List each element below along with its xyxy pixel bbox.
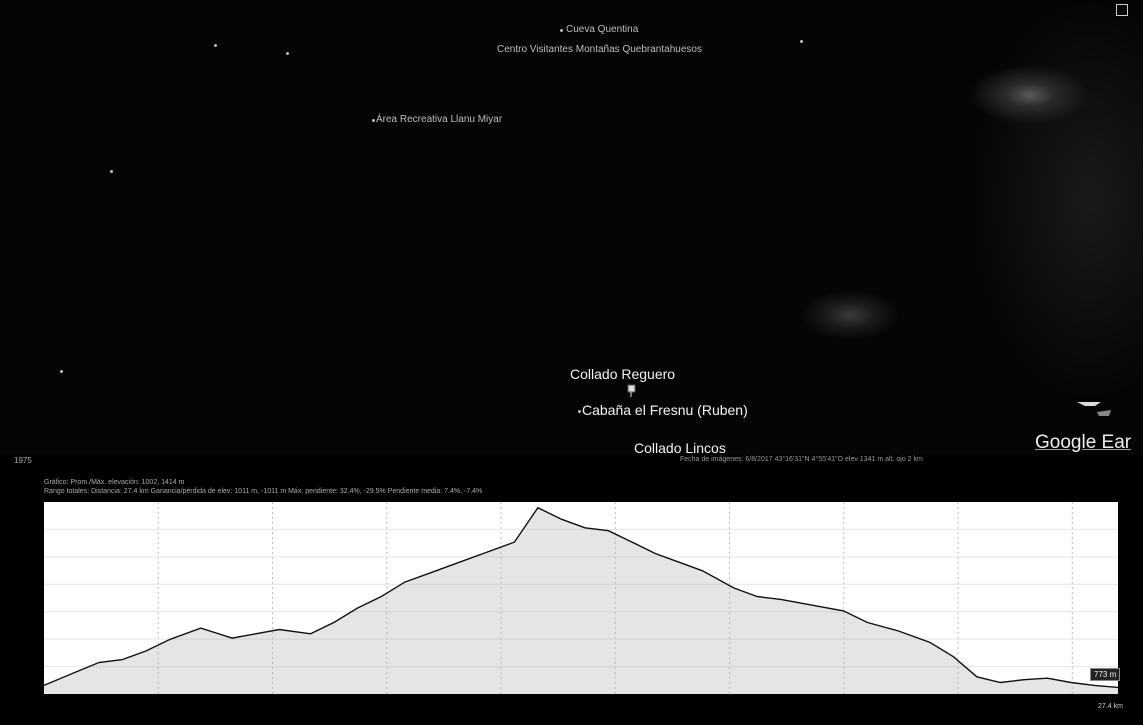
elevation-profile-chart[interactable] (44, 502, 1118, 694)
terrain-dot (286, 52, 289, 55)
profile-stats-line-1: Gráfico: Prom./Máx. elevación: 1002, 141… (44, 479, 185, 486)
compass-icon[interactable] (1075, 398, 1115, 422)
map-view[interactable]: Cueva Quentina Centro Visitantes Montaña… (0, 0, 1143, 456)
place-label-area-recreativa[interactable]: Área Recreativa Llanu Miyar (376, 114, 502, 125)
place-dot (578, 410, 581, 413)
google-earth-logo: Google Ear (1035, 432, 1132, 453)
status-left-text: 1975 (14, 456, 32, 465)
place-dot (372, 119, 375, 122)
window-corner-icon[interactable] (1116, 4, 1128, 16)
status-bar (0, 455, 1143, 467)
place-dot (560, 29, 563, 32)
terrain-dot (800, 40, 803, 43)
terrain-dot (110, 170, 113, 173)
terrain-dot (60, 370, 63, 373)
place-label-cueva[interactable]: Cueva Quentina (566, 24, 638, 35)
profile-end-distance-label: 27.4 km (1098, 703, 1123, 710)
pin-icon[interactable] (626, 384, 638, 398)
status-coordinates-text: Fecha de imágenes: 6/8/2017 43°16'31"N 4… (680, 456, 923, 463)
terrain-dot (214, 44, 217, 47)
place-label-cabana[interactable]: Cabaña el Fresnu (Ruben) (582, 402, 748, 418)
place-label-centro-visitantes[interactable]: Centro Visitantes Montañas Quebrantahues… (497, 44, 702, 55)
profile-end-elevation-label: 773 m (1090, 668, 1121, 681)
place-label-collado-lincos[interactable]: Collado Lincos (634, 440, 726, 456)
elevation-area (44, 507, 1118, 694)
profile-stats-line-2: Rango totales: Distancia: 27.4 km Gananc… (44, 488, 483, 495)
place-label-collado-reguero[interactable]: Collado Reguero (570, 366, 675, 382)
